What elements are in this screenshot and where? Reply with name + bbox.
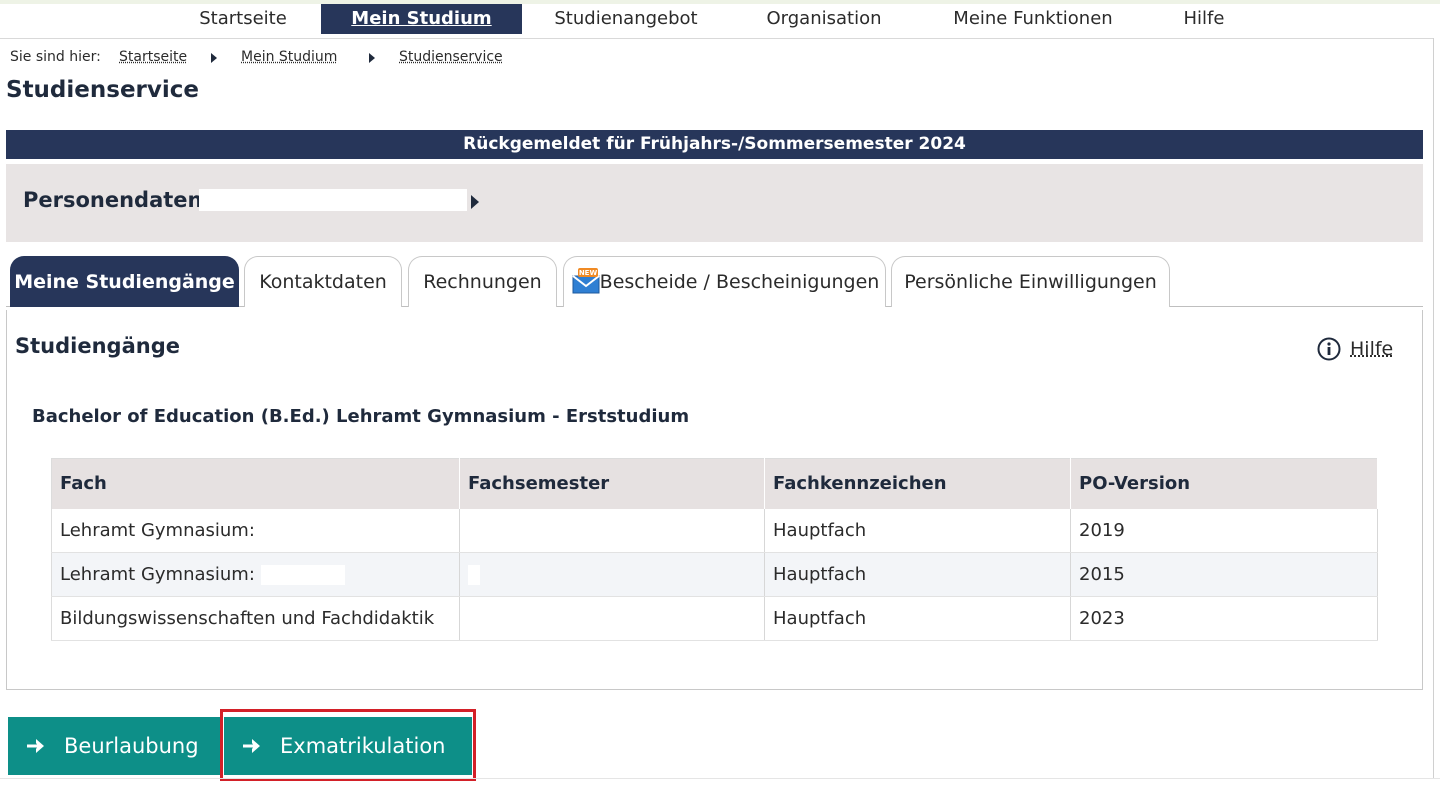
person-name-redacted [199, 189, 467, 211]
column-header-po-version: PO-Version [1070, 458, 1378, 509]
column-header-fach: Fach [51, 458, 460, 509]
nav-item-mein-studium[interactable]: Mein Studium [321, 4, 522, 34]
cell-fachsemester [459, 596, 765, 641]
main-navigation: Startseite Mein Studium Studienangebot O… [0, 4, 1440, 36]
nav-item-startseite[interactable]: Startseite [180, 4, 306, 34]
nav-item-studienangebot[interactable]: Studienangebot [536, 4, 716, 34]
tab-bescheide-label: Bescheide / Bescheinigungen [599, 271, 880, 293]
person-data-box[interactable]: Personendaten: [6, 164, 1423, 242]
cell-fachsemester [459, 552, 765, 597]
highlight-box [220, 709, 476, 781]
nav-item-meine-funktionen[interactable]: Meine Funktionen [932, 4, 1134, 34]
registration-status-banner: Rückgemeldet für Frühjahrs-/Sommersemest… [6, 130, 1423, 159]
cell-fachsemester [459, 508, 765, 553]
cell-fachkennzeichen: Hauptfach [764, 552, 1071, 597]
studiengaenge-panel: Studiengänge Hilfe Bachelor of Education… [6, 310, 1423, 690]
table-header-row: Fach Fachsemester Fachkennzeichen PO-Ver… [51, 458, 1378, 509]
svg-text:NEW: NEW [579, 269, 598, 277]
breadcrumb-mein-studium[interactable]: Mein Studium [241, 49, 337, 65]
info-icon[interactable] [1317, 337, 1341, 361]
cell-po-version: 2019 [1070, 508, 1378, 553]
cell-fach: Lehramt Gymnasium: [51, 508, 460, 553]
breadcrumb-startseite[interactable]: Startseite [119, 49, 187, 65]
table-row: Lehramt Gymnasium: Hauptfach 2019 [51, 508, 1378, 553]
cell-po-version: 2015 [1070, 552, 1378, 597]
cell-fach: Lehramt Gymnasium: [51, 552, 460, 597]
tab-bescheide[interactable]: NEW Bescheide / Bescheinigungen [563, 256, 886, 307]
table-row: Lehramt Gymnasium: Hauptfach 2015 [51, 552, 1378, 597]
study-subjects-table: Fach Fachsemester Fachkennzeichen PO-Ver… [51, 458, 1378, 641]
redacted-block [260, 565, 345, 585]
redacted-block [468, 565, 480, 585]
nav-item-hilfe[interactable]: Hilfe [1160, 4, 1248, 34]
column-header-fachsemester: Fachsemester [459, 458, 765, 509]
page-edge [1433, 38, 1434, 778]
table-row: Bildungswissenschaften und Fachdidaktik … [51, 596, 1378, 641]
tab-rechnungen[interactable]: Rechnungen [408, 256, 557, 307]
tab-kontaktdaten[interactable]: Kontaktdaten [244, 256, 402, 307]
bottom-divider [0, 778, 1440, 779]
person-data-label: Personendaten: [23, 188, 211, 212]
column-header-fachkennzeichen: Fachkennzeichen [764, 458, 1071, 509]
panel-title: Studiengänge [15, 334, 180, 358]
degree-program-title: Bachelor of Education (B.Ed.) Lehramt Gy… [32, 406, 690, 427]
tab-persoenliche-einwilligungen[interactable]: Persönliche Einwilligungen [891, 256, 1170, 307]
cell-fachkennzeichen: Hauptfach [764, 508, 1071, 553]
page-title: Studienservice [6, 77, 199, 103]
breadcrumb-studienservice[interactable]: Studienservice [399, 49, 503, 65]
chevron-right-icon [369, 53, 375, 63]
new-mail-icon: NEW [572, 268, 600, 294]
beurlaubung-button[interactable]: Beurlaubung [8, 717, 220, 775]
chevron-right-icon[interactable] [471, 195, 479, 209]
tab-meine-studiengaenge[interactable]: Meine Studiengänge [10, 256, 239, 307]
breadcrumb-prefix: Sie sind hier: [10, 49, 101, 65]
help-link[interactable]: Hilfe [1350, 337, 1393, 361]
cell-fachkennzeichen: Hauptfach [764, 596, 1071, 641]
nav-divider [0, 38, 1434, 39]
nav-item-organisation[interactable]: Organisation [744, 4, 904, 34]
arrow-right-icon [27, 739, 44, 753]
cell-po-version: 2023 [1070, 596, 1378, 641]
beurlaubung-label: Beurlaubung [64, 734, 199, 758]
chevron-right-icon [211, 53, 217, 63]
cell-fach: Bildungswissenschaften und Fachdidaktik [51, 596, 460, 641]
